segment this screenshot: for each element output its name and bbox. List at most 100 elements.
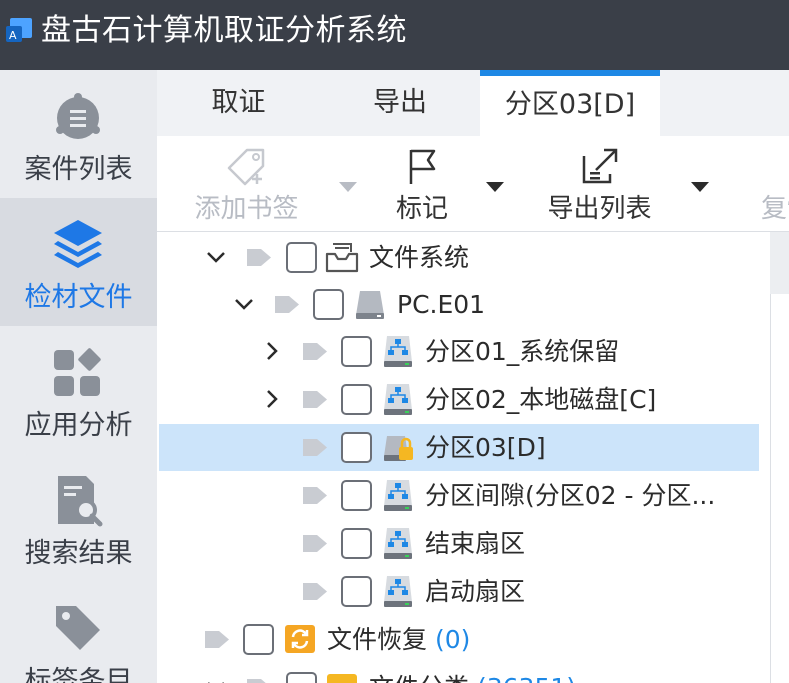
node-checkbox[interactable] xyxy=(313,289,344,320)
node-label-text: 文件分类 xyxy=(369,673,469,683)
locked-disk-icon xyxy=(384,436,413,461)
title-bar: A 盘古石计算机取证分析系统 xyxy=(0,0,789,70)
node-label: 启动扇区 xyxy=(425,577,526,606)
node-label: 分区03[D] xyxy=(425,433,546,462)
partition-icon xyxy=(384,480,412,511)
tree-node-partition-03[interactable]: 分区03[D] xyxy=(159,424,759,471)
sidebar-item-case-list[interactable]: 案件列表 xyxy=(0,70,157,198)
folder-class-icon xyxy=(327,674,357,683)
chevron-right-icon[interactable] xyxy=(261,388,283,410)
export-list-dropdown-icon[interactable] xyxy=(691,182,709,192)
tree-node-partition-01[interactable]: 分区01_系统保留 xyxy=(157,328,770,375)
node-label: 分区间隙(分区02 - 分区... xyxy=(425,481,716,510)
chevron-down-icon[interactable] xyxy=(233,293,255,315)
node-checkbox[interactable] xyxy=(243,624,274,655)
vertical-scrollbar[interactable] xyxy=(770,232,789,683)
tab-bar: 取证 导出 分区03[D] xyxy=(157,70,789,136)
tag-icon xyxy=(56,606,100,650)
sidebar-item-tags[interactable]: 标签条目 xyxy=(0,582,157,683)
copy-button[interactable]: 复制 xyxy=(747,146,789,225)
node-checkbox[interactable] xyxy=(341,480,372,511)
node-checkbox[interactable] xyxy=(341,432,372,463)
node-checkbox[interactable] xyxy=(286,672,317,683)
node-label: 分区01_系统保留 xyxy=(425,337,620,366)
node-checkbox[interactable] xyxy=(341,336,372,367)
node-label-text: 文件恢复 xyxy=(327,625,428,654)
search-document-icon xyxy=(58,476,103,527)
tag-marker-icon[interactable] xyxy=(247,679,271,683)
add-bookmark-dropdown-icon[interactable] xyxy=(339,182,357,192)
flag-icon xyxy=(409,149,436,184)
item-count: (0) xyxy=(434,625,471,654)
layers-icon xyxy=(54,220,102,268)
tree-node-file-system[interactable]: 文件系统 xyxy=(157,234,770,281)
tab-partition-03[interactable]: 分区03[D] xyxy=(480,70,660,136)
recover-icon xyxy=(285,625,315,653)
sidebar-item-label: 检材文件 xyxy=(24,282,133,313)
export-list-button[interactable]: 导出列表 xyxy=(532,146,667,225)
node-label: 分区02_本地磁盘[C] xyxy=(425,385,657,414)
tab-forensics[interactable]: 取证 xyxy=(157,70,320,136)
disk-icon xyxy=(356,291,384,319)
right-panel-header xyxy=(770,232,789,294)
node-checkbox[interactable] xyxy=(341,528,372,559)
export-list-label: 导出列表 xyxy=(547,194,652,224)
node-label: 结束扇区 xyxy=(425,529,526,558)
tree-node-file-classification[interactable]: 文件分类 (36351) xyxy=(157,664,770,683)
tab-export[interactable]: 导出 xyxy=(320,70,480,136)
case-list-icon xyxy=(56,93,100,139)
inbox-icon xyxy=(325,243,359,273)
sidebar-item-app-analysis[interactable]: 应用分析 xyxy=(0,326,157,454)
tree-node-partition-02[interactable]: 分区02_本地磁盘[C] xyxy=(157,376,770,423)
tag-marker-icon[interactable] xyxy=(205,631,229,648)
copy-label: 复制 xyxy=(760,194,789,224)
sidebar-item-search-results[interactable]: 搜索结果 xyxy=(0,454,157,582)
mark-label: 标记 xyxy=(395,194,448,224)
chevron-down-icon[interactable] xyxy=(205,246,227,268)
sidebar-item-label: 标签条目 xyxy=(24,666,133,683)
chevron-down-icon[interactable] xyxy=(205,676,227,683)
app-logo-icon: A xyxy=(6,18,32,42)
partition-icon xyxy=(384,528,412,559)
node-label: 文件系统 xyxy=(369,243,470,272)
node-label: 文件恢复 (0) xyxy=(327,616,470,663)
mark-button[interactable]: 标记 xyxy=(382,146,462,225)
add-bookmark-button[interactable]: 添加书签 xyxy=(189,146,304,225)
chevron-right-icon[interactable] xyxy=(261,340,283,362)
tag-marker-icon[interactable] xyxy=(303,343,327,360)
partition-icon xyxy=(384,336,412,367)
toolbar: 添加书签 标记 导出列表 复制 xyxy=(157,136,789,232)
sidebar-item-evidence-files[interactable]: 检材文件 xyxy=(0,198,157,326)
node-checkbox[interactable] xyxy=(341,576,372,607)
partition-icon xyxy=(384,576,412,607)
sidebar-item-label: 案件列表 xyxy=(24,154,133,185)
svg-text:A: A xyxy=(9,29,17,42)
partition-icon xyxy=(384,384,412,415)
tag-marker-icon[interactable] xyxy=(303,391,327,408)
node-checkbox[interactable] xyxy=(341,384,372,415)
tree-node-file-recovery[interactable]: 文件恢复 (0) xyxy=(157,616,770,663)
tree-node-boot-sector[interactable]: 启动扇区 xyxy=(157,568,770,615)
node-label: PC.E01 xyxy=(397,290,486,319)
app-title: 盘古石计算机取证分析系统 xyxy=(41,13,407,48)
item-count: (36351) xyxy=(477,673,576,683)
evidence-tree: 文件系统 PC.E01 分区01_系统保留 分区02_本地磁盘[C] 分区03[… xyxy=(157,232,770,683)
sidebar: 案件列表 检材文件 应用分析 搜索结果 标签条目 xyxy=(0,70,157,683)
tag-marker-icon[interactable] xyxy=(303,583,327,600)
sidebar-item-label: 搜索结果 xyxy=(24,538,133,569)
app-grid-icon xyxy=(54,348,101,396)
sidebar-item-label: 应用分析 xyxy=(24,410,133,441)
tag-marker-icon[interactable] xyxy=(275,296,299,313)
tree-node-end-sector[interactable]: 结束扇区 xyxy=(157,520,770,567)
node-checkbox[interactable] xyxy=(286,242,317,273)
tree-node-pc-e01[interactable]: PC.E01 xyxy=(157,281,770,328)
tag-marker-icon[interactable] xyxy=(303,487,327,504)
tag-plus-icon xyxy=(227,148,264,186)
add-bookmark-label: 添加书签 xyxy=(194,194,299,224)
tree-node-partition-gap[interactable]: 分区间隙(分区02 - 分区... xyxy=(157,472,770,519)
tag-marker-icon[interactable] xyxy=(303,535,327,552)
mark-dropdown-icon[interactable] xyxy=(486,182,504,192)
tag-marker-icon[interactable] xyxy=(247,249,271,266)
tag-marker-icon[interactable] xyxy=(303,439,327,456)
export-icon xyxy=(582,148,617,184)
